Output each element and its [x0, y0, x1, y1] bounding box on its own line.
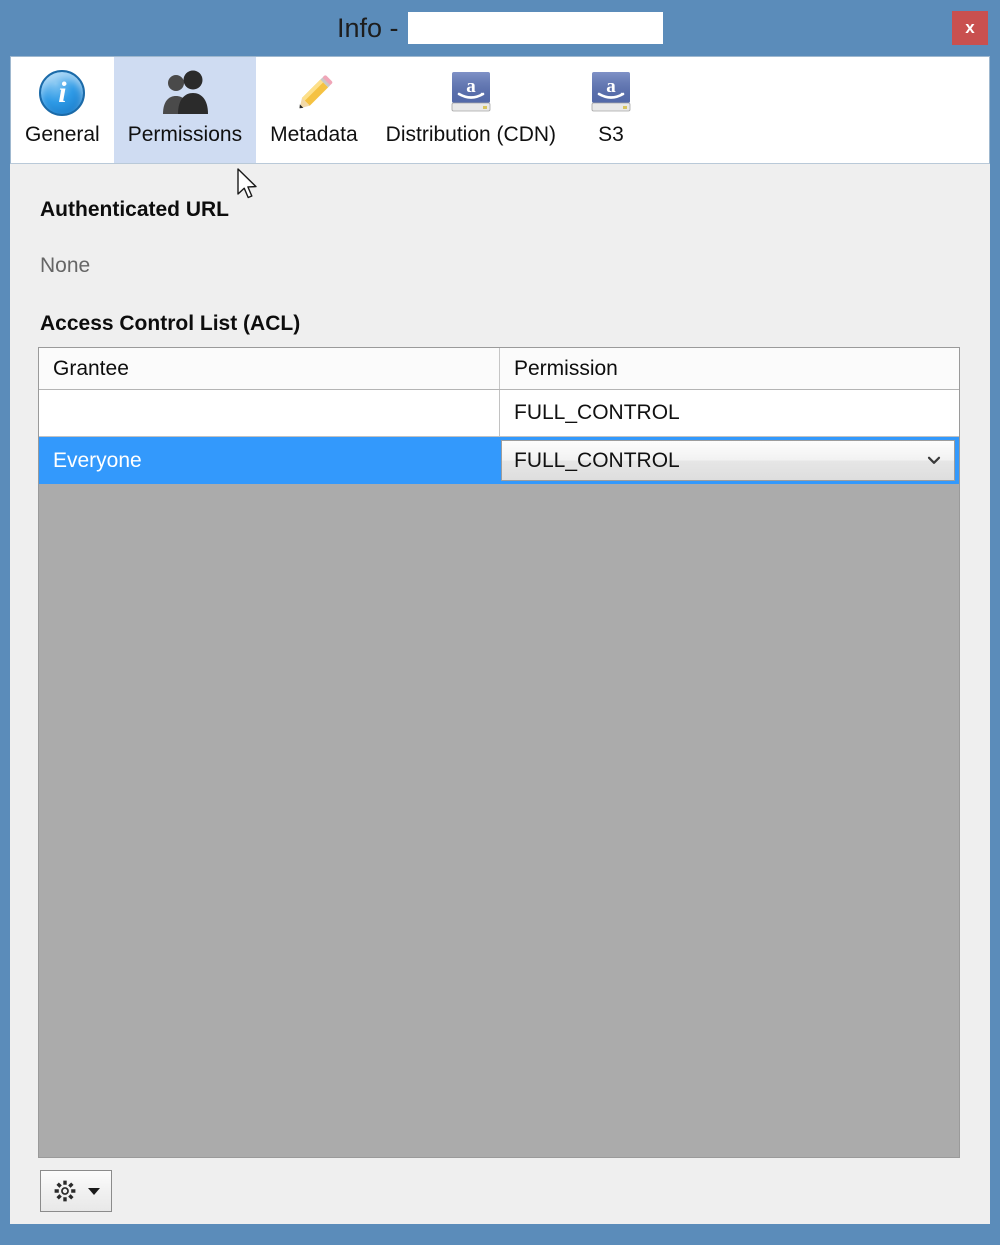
window-title: Info - [0, 0, 1000, 56]
cell-grantee[interactable] [39, 390, 500, 436]
tab-bar: i General Permissions Metadata a Distrib… [10, 56, 990, 164]
svg-text:a: a [606, 76, 616, 97]
gear-icon [54, 1180, 75, 1202]
authenticated-url-value: None [40, 254, 91, 277]
tab-permissions[interactable]: Permissions [113, 57, 257, 163]
permissions-panel: Authenticated URL None Access Control Li… [10, 164, 990, 1224]
close-button[interactable]: x [952, 11, 988, 45]
table-row[interactable]: FULL_CONTROL [39, 390, 959, 437]
title-bar: Info - x [0, 0, 1000, 56]
tab-general-label: General [25, 123, 100, 146]
tab-distribution-label: Distribution (CDN) [385, 123, 557, 146]
tab-metadata-label: Metadata [270, 123, 358, 146]
acl-table-header: Grantee Permission [39, 348, 959, 390]
tab-permissions-label: Permissions [127, 123, 243, 146]
tab-s3[interactable]: a S3 [570, 57, 652, 163]
tab-metadata[interactable]: Metadata [256, 57, 372, 163]
close-icon: x [965, 18, 975, 37]
table-row[interactable]: Everyone FULL_CONTROL [39, 437, 959, 484]
info-icon: i [35, 66, 89, 120]
amazon-drive-icon: a [444, 66, 498, 120]
window-title-redacted-value [408, 12, 664, 44]
authenticated-url-heading: Authenticated URL [40, 198, 229, 221]
column-header-grantee[interactable]: Grantee [39, 348, 500, 389]
chevron-down-icon [927, 456, 941, 464]
tab-general[interactable]: i General [11, 57, 114, 163]
cell-grantee[interactable]: Everyone [39, 437, 500, 484]
info-dialog-window: Info - x i General Permissions Metadata … [0, 0, 1000, 1245]
acl-actions-button[interactable] [40, 1170, 112, 1212]
column-header-permission[interactable]: Permission [500, 348, 959, 389]
tab-s3-label: S3 [598, 123, 624, 146]
svg-text:a: a [466, 76, 476, 97]
pencil-icon [287, 66, 341, 120]
dropdown-arrow-icon [87, 1187, 100, 1195]
window-title-text: Info - [336, 12, 407, 43]
permission-select-value: FULL_CONTROL [514, 448, 680, 472]
permission-select[interactable]: FULL_CONTROL [501, 440, 955, 481]
amazon-drive-icon: a [584, 66, 638, 120]
tab-distribution-cdn[interactable]: a Distribution (CDN) [372, 57, 570, 163]
people-icon [158, 66, 212, 120]
acl-table: Grantee Permission FULL_CONTROL Everyone… [38, 347, 960, 1158]
cell-permission[interactable]: FULL_CONTROL [500, 390, 959, 436]
acl-heading: Access Control List (ACL) [40, 312, 301, 335]
